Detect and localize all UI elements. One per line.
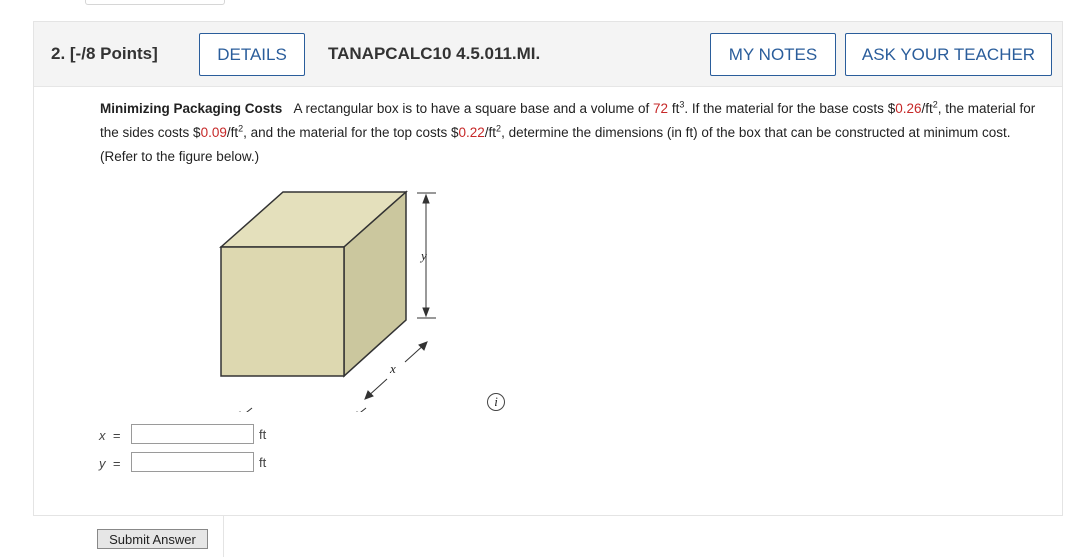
- variable-name: y: [99, 456, 106, 471]
- x-answer-input[interactable]: [131, 424, 254, 444]
- problem-title: Minimizing Packaging Costs: [100, 101, 283, 116]
- volume-value: 72: [653, 101, 669, 116]
- info-icon[interactable]: i: [487, 393, 505, 411]
- y-answer-input[interactable]: [131, 452, 254, 472]
- problem-text: . If the material for the base costs $: [684, 101, 896, 116]
- problem-text: A rectangular box is to have a square ba…: [293, 101, 654, 116]
- question-header: 2. [-/8 Points] DETAILS TANAPCALC10 4.5.…: [34, 22, 1062, 87]
- answer-variable-label: y =: [99, 456, 129, 471]
- answer-variable-label: x =: [99, 428, 129, 443]
- y-label: y: [419, 248, 427, 263]
- unit-text: /ft: [226, 125, 239, 140]
- problem-text: , and the material for the top costs $: [243, 125, 459, 140]
- question-number: 2. [-/8 Points]: [51, 44, 158, 63]
- box-front-face: [220, 246, 345, 377]
- problem-statement: Minimizing Packaging Costs A rectangular…: [100, 97, 1050, 169]
- equals-sign: =: [112, 428, 121, 443]
- submit-answer-button[interactable]: Submit Answer: [97, 529, 208, 549]
- problem-code: TANAPCALC10 4.5.011.MI.: [328, 44, 541, 63]
- previous-element-edge: [85, 0, 225, 5]
- unit-text: /ft: [484, 125, 497, 140]
- ask-teacher-button[interactable]: ASK YOUR TEACHER: [845, 33, 1052, 76]
- x-base-label: x: [297, 408, 304, 412]
- side-cost-value: 0.09: [200, 125, 227, 140]
- box-figure: y x x: [219, 190, 436, 412]
- unit-label: ft: [259, 455, 267, 470]
- variable-name: x: [99, 428, 106, 443]
- volume-unit: ft: [668, 101, 680, 116]
- base-cost-value: 0.26: [895, 101, 922, 116]
- top-cost-value: 0.22: [458, 125, 485, 140]
- details-button[interactable]: DETAILS: [199, 33, 305, 76]
- x-depth-dimension: [364, 341, 428, 400]
- unit-label: ft: [259, 427, 267, 442]
- unit-text: /ft: [921, 101, 933, 116]
- equals-sign: =: [112, 456, 121, 471]
- question-card: 2. [-/8 Points] DETAILS TANAPCALC10 4.5.…: [33, 21, 1063, 516]
- x-depth-label: x: [389, 361, 396, 376]
- my-notes-button[interactable]: MY NOTES: [710, 33, 836, 76]
